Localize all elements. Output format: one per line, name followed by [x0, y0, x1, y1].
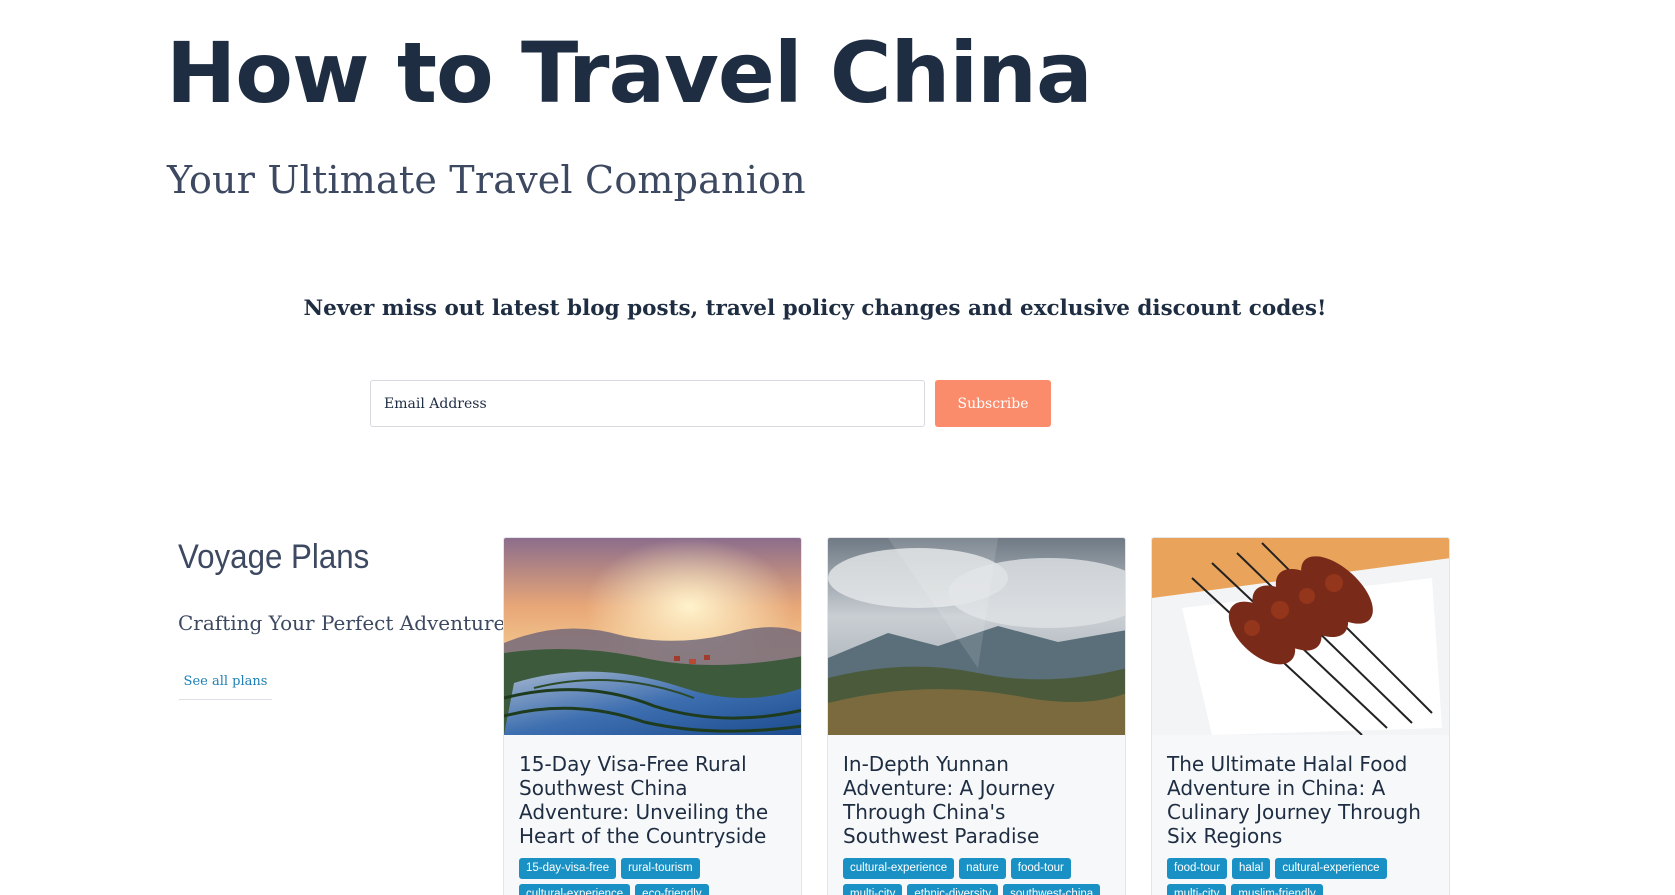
tag[interactable]: nature — [959, 858, 1006, 879]
subscribe-button[interactable]: Subscribe — [935, 380, 1051, 427]
lamb-skewers-photo[interactable] — [1152, 538, 1449, 735]
tag[interactable]: multi-city — [1167, 884, 1227, 895]
tag-list: 15-day-visa-free rural-tourism cultural-… — [519, 858, 786, 895]
tag[interactable]: food-tour — [1010, 858, 1071, 879]
tag-list: food-tour halal cultural-experience mult… — [1167, 858, 1434, 895]
plan-card-title[interactable]: In-Depth Yunnan Adventure: A Journey Thr… — [843, 752, 1110, 848]
tag[interactable]: 15-day-visa-free — [519, 858, 617, 879]
email-input[interactable] — [370, 380, 925, 427]
tag[interactable]: multi-city — [843, 884, 903, 895]
tag[interactable]: cultural-experience — [1275, 858, 1387, 879]
see-all-plans-link[interactable]: See all plans — [179, 668, 272, 700]
plan-card[interactable]: In-Depth Yunnan Adventure: A Journey Thr… — [827, 537, 1126, 895]
tag[interactable]: ethnic-diversity — [907, 884, 999, 895]
plan-card[interactable]: 15-Day Visa-Free Rural Southwest China A… — [503, 537, 802, 895]
tag[interactable]: food-tour — [1167, 858, 1228, 879]
site-title: How to Travel China — [166, 24, 1093, 122]
section-title: Voyage Plans — [178, 538, 370, 576]
section-subtitle: Crafting Your Perfect Adventure — [178, 611, 506, 635]
tag[interactable]: eco-friendly — [635, 884, 709, 895]
rice-terraces-sunrise-photo[interactable] — [504, 538, 801, 735]
tag[interactable]: muslim-friendly — [1231, 884, 1323, 895]
tag[interactable]: cultural-experience — [519, 884, 631, 895]
newsletter-heading: Never miss out latest blog posts, travel… — [303, 296, 1327, 321]
yunnan-mountain-valley-photo[interactable] — [828, 538, 1125, 735]
tag[interactable]: rural-tourism — [621, 858, 700, 879]
site-tagline: Your Ultimate Travel Companion — [167, 158, 806, 202]
tag-list: cultural-experience nature food-tour mul… — [843, 858, 1110, 895]
tag[interactable]: halal — [1232, 858, 1271, 879]
plan-card-title[interactable]: 15-Day Visa-Free Rural Southwest China A… — [519, 752, 786, 848]
tag[interactable]: southwest-china — [1003, 884, 1101, 895]
tag[interactable]: cultural-experience — [843, 858, 955, 879]
plan-card-title[interactable]: The Ultimate Halal Food Adventure in Chi… — [1167, 752, 1434, 848]
plan-card[interactable]: The Ultimate Halal Food Adventure in Chi… — [1151, 537, 1450, 895]
